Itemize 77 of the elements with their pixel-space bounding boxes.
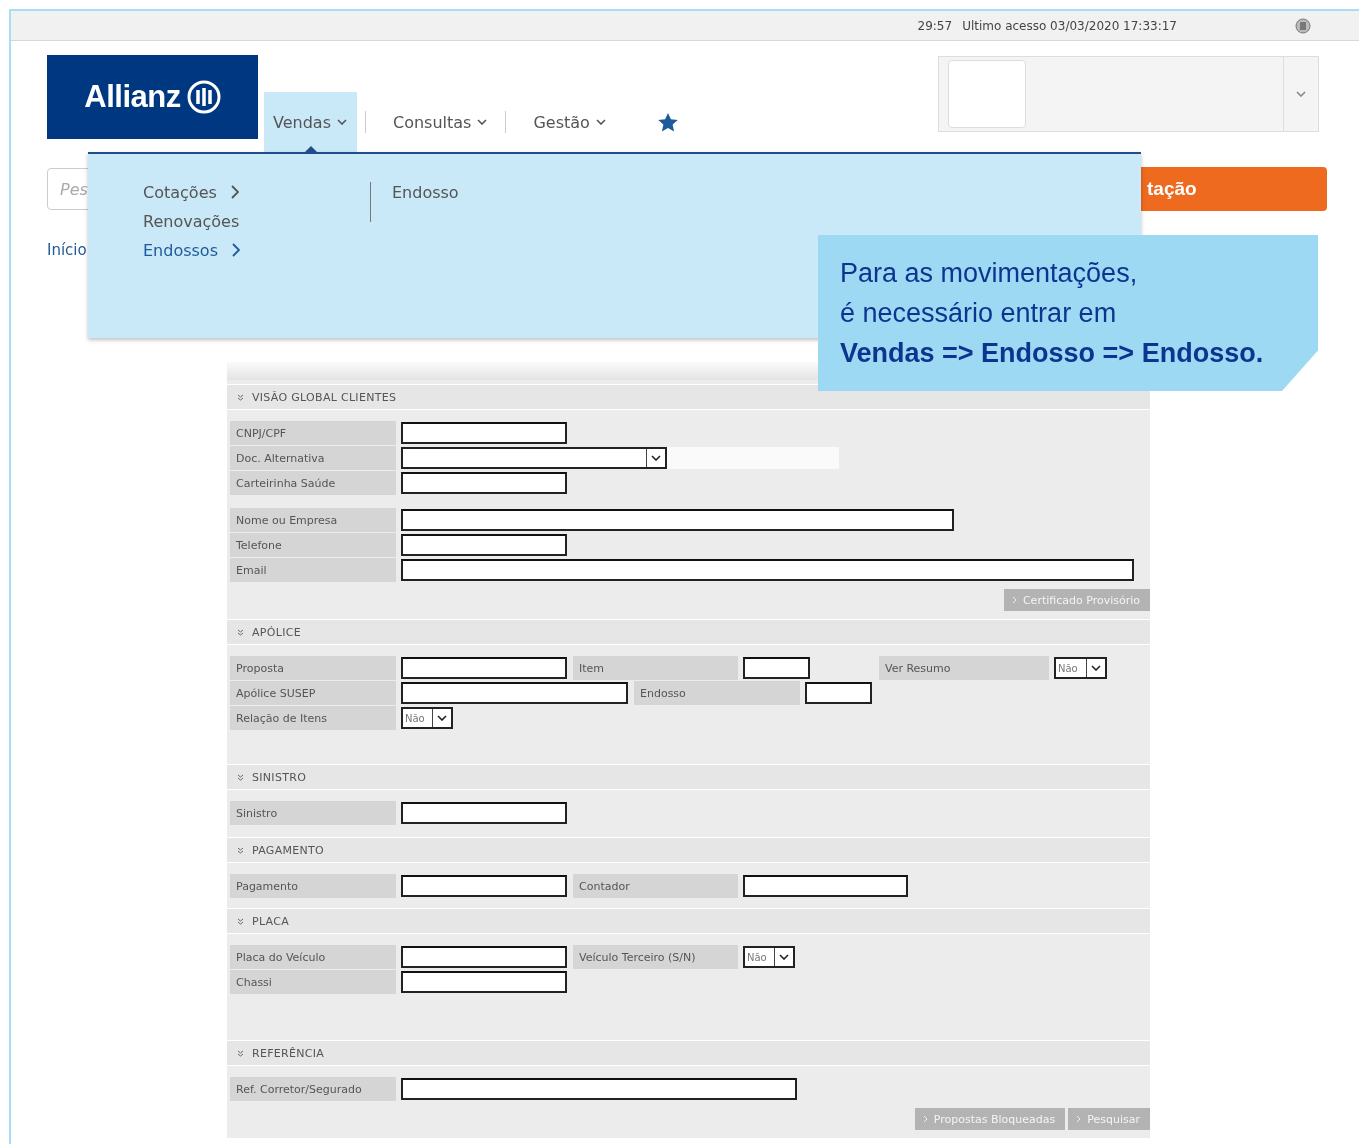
input-field[interactable]	[401, 657, 567, 679]
star-icon[interactable]	[657, 112, 678, 132]
dropdown-field[interactable]: Não	[401, 707, 453, 729]
input-field[interactable]	[401, 682, 628, 704]
caret-icon	[1091, 665, 1101, 671]
field-label: Email	[230, 558, 396, 582]
collapse-icon[interactable]	[237, 846, 244, 854]
collapse-icon[interactable]	[237, 628, 244, 636]
field-label: Placa do Veículo	[230, 945, 396, 969]
dropdown-field[interactable]: Não	[743, 946, 795, 968]
last-access-text: Ultimo acesso 03/03/2020 17:33:17	[962, 18, 1177, 33]
menu-item[interactable]: Endossos	[143, 240, 370, 260]
nav-tab[interactable]: Consultas	[384, 92, 498, 152]
section-title: VISÃO GLOBAL CLIENTES	[252, 390, 397, 404]
logout-icon[interactable]	[1295, 17, 1311, 34]
submenu-item[interactable]: Endosso	[392, 182, 619, 202]
field-label: Carteirinha Saúde	[230, 471, 396, 495]
field-label: CNPJ/CPF	[230, 421, 396, 445]
chevron-down-icon	[595, 119, 606, 125]
input-field[interactable]	[401, 1078, 797, 1100]
field-label: Veículo Terceiro (S/N)	[573, 945, 738, 969]
field-label: Item	[573, 656, 738, 680]
chevron-right-icon	[232, 243, 240, 257]
breadcrumb-link[interactable]: Início	[47, 241, 87, 259]
input-field[interactable]	[401, 802, 567, 824]
input-field[interactable]	[401, 875, 567, 897]
caret-icon	[437, 715, 447, 721]
chevron-right-icon	[922, 1115, 928, 1123]
chevron-down-icon	[477, 119, 488, 125]
field-label: Contador	[573, 874, 738, 898]
section-title: PLACA	[252, 914, 290, 928]
section-title: PAGAMENTO	[252, 843, 325, 857]
input-field[interactable]	[805, 682, 872, 704]
field-label: Pagamento	[230, 874, 396, 898]
field-label: Telefone	[230, 533, 396, 557]
chevron-down-icon	[337, 119, 347, 125]
input-field[interactable]	[401, 559, 1134, 581]
input-field[interactable]	[401, 509, 954, 531]
session-timer: 29:57	[917, 18, 953, 33]
callout-tooltip: Para as movimentações, é necessário entrar em Vendas => Endosso => Endosso.	[818, 235, 1318, 391]
chevron-right-icon	[1011, 596, 1017, 604]
field-label: Apólice SUSEP	[230, 681, 396, 705]
caret-icon	[779, 954, 789, 960]
menu-item[interactable]: Renovações	[143, 211, 370, 231]
field-label: Ver Resumo	[879, 656, 1049, 680]
dropdown-field[interactable]: Não	[1054, 657, 1107, 679]
input-field[interactable]	[401, 534, 567, 556]
logo: Allianz	[47, 55, 258, 139]
input-field[interactable]	[401, 946, 567, 968]
collapse-icon[interactable]	[237, 393, 244, 401]
collapse-icon[interactable]	[237, 773, 244, 781]
dropdown-field[interactable]	[401, 447, 667, 469]
input-field[interactable]	[401, 472, 567, 494]
section-title: APÓLICE	[252, 625, 301, 639]
collapse-icon[interactable]	[237, 917, 244, 925]
collapse-icon[interactable]	[237, 1049, 244, 1057]
chevron-right-icon	[1076, 1115, 1082, 1123]
input-field[interactable]	[743, 875, 908, 897]
nav-tab[interactable]: Gestão	[524, 92, 616, 152]
section-title: REFERÊNCIA	[252, 1046, 325, 1060]
field-label: Chassi	[230, 970, 396, 994]
field-label: Relação de Itens	[230, 706, 396, 730]
field-label: Ref. Corretor/Segurado	[230, 1077, 396, 1101]
caret-icon	[651, 455, 661, 461]
field-label: Sinistro	[230, 801, 396, 825]
menu-item[interactable]: Cotações	[143, 182, 370, 202]
section-title: SINISTRO	[252, 770, 307, 784]
field-label: Nome ou Empresa	[230, 508, 396, 532]
input-field[interactable]	[401, 971, 567, 993]
chevron-down-icon	[1296, 91, 1306, 97]
nav-tab[interactable]: Vendas	[264, 92, 357, 152]
field-label: Doc. Alternativa	[230, 446, 396, 470]
field-label: Endosso	[634, 681, 800, 705]
field-label: Proposta	[230, 656, 396, 680]
chevron-right-icon	[230, 185, 239, 199]
input-field[interactable]	[401, 422, 567, 444]
input-field[interactable]	[743, 657, 810, 679]
